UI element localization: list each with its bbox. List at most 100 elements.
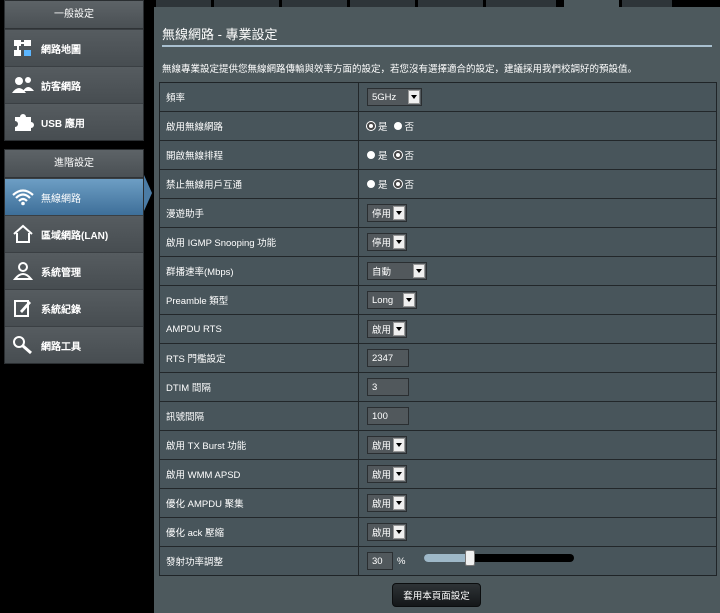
ampdu-rts-select[interactable]: 啟用 bbox=[367, 320, 407, 338]
radio-icon bbox=[367, 151, 375, 159]
sidebar-item-label: 區域網路(LAN) bbox=[41, 230, 109, 242]
title-divider bbox=[162, 45, 712, 47]
table-row: 頻率 5GHz bbox=[160, 83, 716, 112]
log-edit-icon bbox=[5, 298, 41, 318]
radio-selected-icon bbox=[393, 151, 402, 159]
admin-user-icon bbox=[5, 261, 41, 281]
rts-threshold-input[interactable]: 2347 bbox=[367, 349, 409, 367]
table-row: 漫遊助手 停用 bbox=[160, 199, 716, 228]
tab[interactable] bbox=[622, 0, 672, 7]
roaming-select[interactable]: 停用 bbox=[367, 204, 407, 222]
chevron-down-icon bbox=[393, 235, 405, 249]
settings-table: 頻率 5GHz 啟用無線網路 是 否 開啟無線排程 是 否 禁止無線用戶互通 是… bbox=[159, 82, 717, 576]
select-value: Long bbox=[372, 294, 394, 306]
sidebar-item-network-map[interactable]: 網路地圖 bbox=[5, 29, 143, 66]
general-settings-section: 一般設定 網路地圖 訪客網路 USB 應用 bbox=[4, 0, 144, 141]
ack-suppression-select[interactable]: 啟用 bbox=[367, 523, 407, 541]
chevron-down-icon bbox=[393, 322, 405, 336]
radio-label: 是 bbox=[378, 180, 388, 191]
enable-radio-no[interactable]: 否 bbox=[393, 119, 414, 133]
network-map-icon bbox=[5, 38, 41, 58]
sidebar-item-label: 系統管理 bbox=[41, 267, 81, 279]
multicast-rate-select[interactable]: 自動 bbox=[367, 262, 427, 280]
dtim-interval-input[interactable]: 3 bbox=[367, 378, 409, 396]
select-value: 啟用 bbox=[372, 325, 392, 336]
setting-label: DTIM 間隔 bbox=[160, 373, 359, 401]
tab[interactable] bbox=[350, 0, 415, 7]
schedule-no[interactable]: 否 bbox=[393, 148, 415, 162]
setting-label: AMPDU RTS bbox=[160, 315, 359, 343]
apply-button[interactable]: 套用本頁面設定 bbox=[392, 583, 481, 607]
isolation-no[interactable]: 否 bbox=[393, 177, 415, 191]
setting-label: 啟用 TX Burst 功能 bbox=[160, 431, 359, 459]
tx-power-unit: % bbox=[397, 555, 406, 567]
table-row: DTIM 間隔 3 bbox=[160, 373, 716, 402]
setting-label: 訊號間隔 bbox=[160, 402, 359, 430]
table-row: 啟用 TX Burst 功能 啟用 bbox=[160, 431, 716, 460]
radio-label: 否 bbox=[404, 180, 415, 191]
table-row: 優化 AMPDU 聚集 啟用 bbox=[160, 489, 716, 518]
setting-label: 禁止無線用戶互通 bbox=[160, 170, 359, 198]
setting-label: 啟用無線網路 bbox=[160, 112, 359, 140]
tab[interactable] bbox=[156, 0, 211, 7]
radio-label: 否 bbox=[404, 151, 415, 162]
sidebar-item-usb-app[interactable]: USB 應用 bbox=[5, 103, 143, 140]
guest-network-icon bbox=[5, 75, 41, 95]
table-row: 啟用 WMM APSD 啟用 bbox=[160, 460, 716, 489]
sidebar-item-label: 無線網路 bbox=[41, 193, 81, 205]
sidebar-item-wireless[interactable]: 無線網路 bbox=[5, 178, 143, 215]
select-value: 自動 bbox=[372, 267, 392, 278]
slider-handle[interactable] bbox=[465, 550, 475, 566]
tab[interactable] bbox=[486, 0, 556, 7]
tab-active[interactable] bbox=[564, 0, 619, 7]
tab[interactable] bbox=[214, 0, 279, 7]
sidebar-item-label: 系統紀錄 bbox=[41, 304, 81, 316]
table-row: 開啟無線排程 是 否 bbox=[160, 141, 716, 170]
table-row: 禁止無線用戶互通 是 否 bbox=[160, 170, 716, 199]
radio-label: 是 bbox=[378, 151, 388, 162]
tx-power-slider[interactable] bbox=[424, 550, 574, 566]
tx-burst-select[interactable]: 啟用 bbox=[367, 436, 407, 454]
main-panel: 無線網路 - 專業設定 無線專業設定提供您無線網路傳輸與效率方面的設定，若您沒有… bbox=[154, 0, 720, 613]
igmp-select[interactable]: 停用 bbox=[367, 233, 407, 251]
select-value: 啟用 bbox=[372, 441, 392, 452]
sidebar-item-administration[interactable]: 系統管理 bbox=[5, 252, 143, 289]
sidebar-item-lan[interactable]: 區域網路(LAN) bbox=[5, 215, 143, 252]
chevron-down-icon bbox=[403, 293, 415, 307]
band-select[interactable]: 5GHz bbox=[367, 88, 422, 106]
table-row: 優化 ack 壓縮 啟用 bbox=[160, 518, 716, 547]
general-settings-title: 一般設定 bbox=[5, 1, 143, 29]
table-row: AMPDU RTS 啟用 bbox=[160, 315, 716, 344]
isolation-yes[interactable]: 是 bbox=[367, 177, 388, 191]
setting-label: 優化 ack 壓縮 bbox=[160, 518, 359, 546]
wmm-apsd-select[interactable]: 啟用 bbox=[367, 465, 407, 483]
tx-power-input[interactable]: 30 bbox=[367, 552, 393, 570]
tab[interactable] bbox=[418, 0, 483, 7]
preamble-select[interactable]: Long bbox=[367, 291, 417, 309]
table-row: 啟用無線網路 是 否 bbox=[160, 112, 716, 141]
sidebar: 一般設定 網路地圖 訪客網路 USB 應用 進階設定 無線網路 區域網路(LAN… bbox=[4, 0, 144, 372]
sidebar-item-system-log[interactable]: 系統紀錄 bbox=[5, 289, 143, 326]
page-title: 無線網路 - 專業設定 bbox=[162, 27, 278, 42]
select-value: 5GHz bbox=[372, 91, 397, 103]
slider-fill bbox=[424, 554, 469, 562]
schedule-yes[interactable]: 是 bbox=[367, 148, 388, 162]
advanced-settings-section: 進階設定 無線網路 區域網路(LAN) 系統管理 系統紀錄 網路工具 bbox=[4, 149, 144, 364]
radio-icon bbox=[367, 180, 375, 188]
setting-label: 頻率 bbox=[160, 83, 359, 111]
ampdu-aggregation-select[interactable]: 啟用 bbox=[367, 494, 407, 512]
tab[interactable] bbox=[282, 0, 347, 7]
sidebar-item-label: 網路工具 bbox=[41, 341, 81, 353]
page-description: 無線專業設定提供您無線網路傳輸與效率方面的設定，若您沒有選擇適合的設定，建議採用… bbox=[162, 64, 638, 75]
radio-icon bbox=[393, 122, 402, 130]
active-indicator-arrow bbox=[144, 175, 152, 211]
setting-label: 發射功率調整 bbox=[160, 547, 359, 575]
beacon-interval-input[interactable]: 100 bbox=[367, 407, 409, 425]
setting-label: RTS 門檻設定 bbox=[160, 344, 359, 372]
sidebar-item-network-tools[interactable]: 網路工具 bbox=[5, 326, 143, 363]
advanced-settings-title: 進階設定 bbox=[5, 150, 143, 178]
sidebar-item-guest-network[interactable]: 訪客網路 bbox=[5, 66, 143, 103]
table-row: Preamble 類型 Long bbox=[160, 286, 716, 315]
home-icon bbox=[5, 224, 41, 244]
enable-radio-yes[interactable]: 是 bbox=[367, 119, 388, 133]
